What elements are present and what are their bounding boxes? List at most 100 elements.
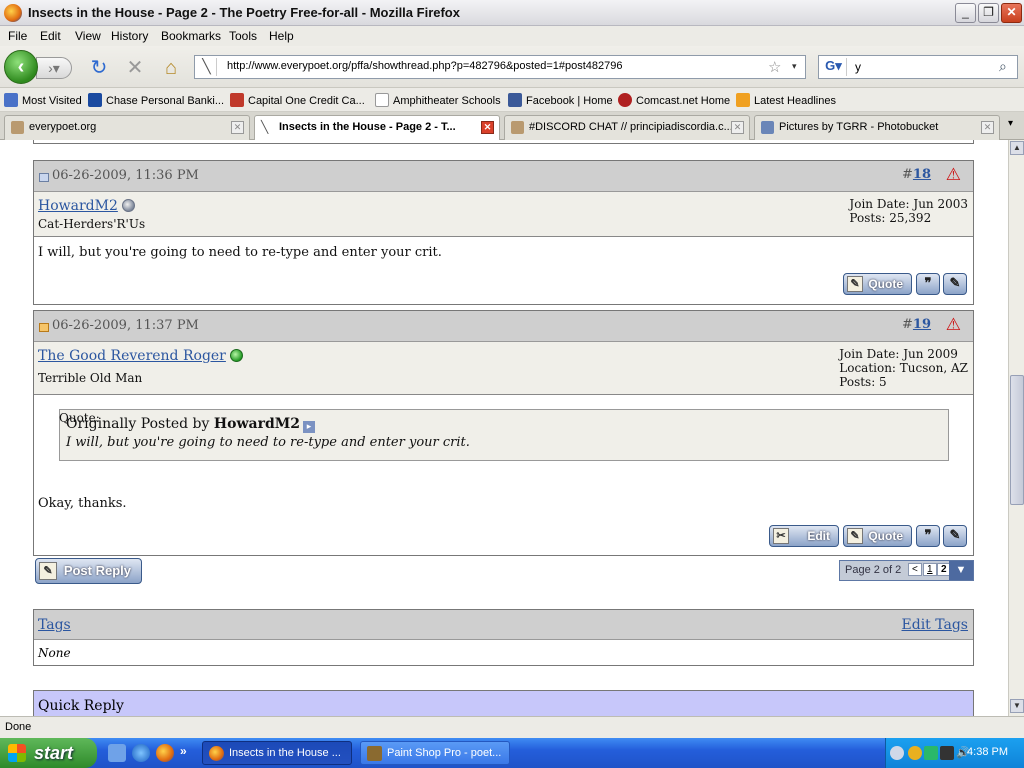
post-user-stats: Join Date: Jun 2009 Location: Tucson, AZ… bbox=[839, 347, 968, 389]
rss-icon bbox=[736, 93, 750, 107]
post-user-title: Cat-Herders'R'Us bbox=[38, 217, 146, 231]
windows-taskbar: start » Insects in the House ... Paint S… bbox=[0, 738, 1024, 768]
task-paint-shop-pro[interactable]: Paint Shop Pro - poet... bbox=[360, 741, 510, 765]
menu-history[interactable]: History bbox=[111, 29, 148, 43]
quicklaunch-more-icon[interactable]: » bbox=[180, 744, 187, 758]
firefox-icon bbox=[4, 4, 22, 22]
post-18: 06-26-2009, 11:36 PM #18 ⚠ HowardM2 Cat-… bbox=[33, 160, 974, 305]
post-reply-button[interactable]: ✎ Post Reply bbox=[35, 558, 142, 584]
post-permalink[interactable]: 19 bbox=[913, 317, 931, 332]
post-date: 06-26-2009, 11:37 PM bbox=[52, 318, 199, 333]
minimize-button[interactable]: _ bbox=[955, 3, 976, 23]
home-icon[interactable]: ⌂ bbox=[159, 56, 183, 80]
quote-icon: ✎ bbox=[847, 528, 863, 544]
bookmark-facebook[interactable]: Facebook | Home bbox=[508, 93, 613, 107]
tab-close-icon[interactable]: ✕ bbox=[731, 121, 744, 134]
post-date: 06-26-2009, 11:36 PM bbox=[52, 168, 199, 183]
quick-reply-button[interactable]: ✎ bbox=[943, 525, 967, 547]
quote-attribution: Originally Posted by HowardM2 ▸ bbox=[66, 416, 942, 433]
bookmark-chase[interactable]: Chase Personal Banki... bbox=[88, 93, 224, 107]
previous-post-tail bbox=[33, 140, 974, 144]
tags-link[interactable]: Tags bbox=[38, 617, 71, 633]
tab-list-dropdown-icon[interactable]: ▾ bbox=[1008, 118, 1013, 129]
bookmark-amphitheater[interactable]: Amphitheater Schools bbox=[375, 93, 501, 107]
tab-close-icon[interactable]: ✕ bbox=[981, 121, 994, 134]
bookmark-most-visited[interactable]: Most Visited bbox=[4, 93, 82, 107]
quote-button[interactable]: ✎ Quote bbox=[843, 525, 912, 547]
report-post-icon[interactable]: ⚠ bbox=[946, 166, 961, 185]
maximize-button[interactable]: ❐ bbox=[978, 3, 999, 23]
view-post-arrow-icon[interactable]: ▸ bbox=[302, 421, 315, 433]
status-text: Done bbox=[5, 721, 32, 733]
google-icon[interactable]: G▾ bbox=[821, 58, 847, 76]
edit-tags-link[interactable]: Edit Tags bbox=[902, 617, 968, 633]
menu-edit[interactable]: Edit bbox=[40, 29, 61, 43]
post-permalink[interactable]: 18 bbox=[913, 167, 931, 182]
system-tray: 🔊 4:38 PM bbox=[885, 738, 1024, 768]
report-post-icon[interactable]: ⚠ bbox=[946, 316, 961, 335]
back-button[interactable]: ‹ bbox=[4, 50, 38, 84]
user-online-icon bbox=[229, 349, 243, 362]
bookmark-star-icon[interactable]: ☆ bbox=[768, 58, 781, 76]
vertical-scrollbar[interactable]: ▲ ▼ bbox=[1008, 140, 1024, 716]
menu-help[interactable]: Help bbox=[269, 29, 294, 43]
quote-label: Quote: bbox=[59, 411, 100, 429]
tab-discord-chat[interactable]: #DISCORD CHAT // principiadiscordia.c...… bbox=[504, 115, 750, 140]
clock: 4:38 PM bbox=[967, 746, 1008, 758]
pager-prev-link[interactable]: < bbox=[908, 563, 922, 576]
multi-quote-button[interactable]: ❞ bbox=[916, 273, 940, 295]
url-bar[interactable]: ╲ http://www.everypoet.org/pffa/showthre… bbox=[194, 55, 806, 79]
reload-icon[interactable]: ↻ bbox=[87, 56, 111, 80]
tab-close-icon[interactable]: ✕ bbox=[481, 121, 494, 134]
post-username[interactable]: HowardM2 bbox=[38, 198, 135, 214]
post-message: Okay, thanks. bbox=[38, 496, 127, 511]
multi-quote-button[interactable]: ❞ bbox=[916, 525, 940, 547]
quote-box: Originally Posted by HowardM2 ▸ I will, b… bbox=[59, 409, 949, 461]
pager-page-1[interactable]: 1 bbox=[923, 563, 937, 576]
scroll-up-arrow-icon[interactable]: ▲ bbox=[1010, 141, 1024, 155]
tab-favicon: ╲ bbox=[261, 120, 269, 134]
tab-close-icon[interactable]: ✕ bbox=[231, 121, 244, 134]
menu-view[interactable]: View bbox=[75, 29, 101, 43]
windows-logo-icon bbox=[8, 744, 26, 762]
search-box[interactable]: G▾ y ⌕ bbox=[818, 55, 1018, 79]
tray-app-icon[interactable] bbox=[924, 746, 938, 760]
pagination: Page 2 of 2 < 1 2 ▼ bbox=[839, 560, 974, 581]
edit-button[interactable]: ✂ Edit bbox=[769, 525, 839, 547]
stop-icon[interactable]: ✕ bbox=[123, 56, 147, 80]
start-button[interactable]: start bbox=[0, 738, 97, 768]
quick-reply-button[interactable]: ✎ bbox=[943, 273, 967, 295]
close-button[interactable]: ✕ bbox=[1001, 3, 1022, 23]
quicklaunch-app-icon[interactable] bbox=[108, 744, 126, 762]
scroll-down-arrow-icon[interactable]: ▼ bbox=[1010, 699, 1024, 713]
task-firefox[interactable]: Insects in the House ... bbox=[202, 741, 352, 765]
pager-dropdown-icon[interactable]: ▼ bbox=[949, 561, 973, 580]
tab-insects-in-the-house[interactable]: ╲ Insects in the House - Page 2 - T... ✕ bbox=[254, 115, 500, 141]
menu-file[interactable]: File bbox=[8, 29, 27, 43]
tab-everypoet[interactable]: everypoet.org ✕ bbox=[4, 115, 250, 140]
facebook-icon bbox=[508, 93, 522, 107]
capital-one-icon bbox=[230, 93, 244, 107]
quote-button[interactable]: ✎ Quote bbox=[843, 273, 912, 295]
scrollbar-thumb[interactable] bbox=[1010, 375, 1024, 505]
search-magnifier-icon[interactable]: ⌕ bbox=[999, 58, 1007, 75]
search-input[interactable]: y bbox=[855, 60, 861, 74]
url-dropdown-icon[interactable]: ▾ bbox=[792, 61, 797, 72]
bookmark-latest-headlines[interactable]: Latest Headlines bbox=[736, 93, 836, 107]
quote-icon: ✎ bbox=[847, 276, 863, 292]
bookmark-capital-one[interactable]: Capital One Credit Ca... bbox=[230, 93, 365, 107]
firefox-quicklaunch-icon[interactable] bbox=[156, 744, 174, 762]
menu-tools[interactable]: Tools bbox=[229, 29, 257, 43]
tab-favicon bbox=[11, 121, 24, 134]
forward-button[interactable]: ›▾ bbox=[36, 57, 72, 79]
tray-monitor-icon[interactable] bbox=[940, 746, 954, 760]
url-text[interactable]: http://www.everypoet.org/pffa/showthread… bbox=[227, 60, 622, 72]
tray-collapse-icon[interactable] bbox=[890, 746, 904, 760]
bookmark-comcast[interactable]: Comcast.net Home bbox=[618, 93, 730, 107]
tab-photobucket[interactable]: Pictures by TGRR - Photobucket ✕ bbox=[754, 115, 1000, 140]
post-username[interactable]: The Good Reverend Roger bbox=[38, 348, 243, 364]
network-globe-icon[interactable] bbox=[908, 746, 922, 760]
post-quote: Quote: Originally Posted by HowardM2▸ I … bbox=[59, 405, 949, 461]
internet-explorer-icon[interactable] bbox=[132, 744, 150, 762]
menu-bookmarks[interactable]: Bookmarks bbox=[161, 29, 221, 43]
